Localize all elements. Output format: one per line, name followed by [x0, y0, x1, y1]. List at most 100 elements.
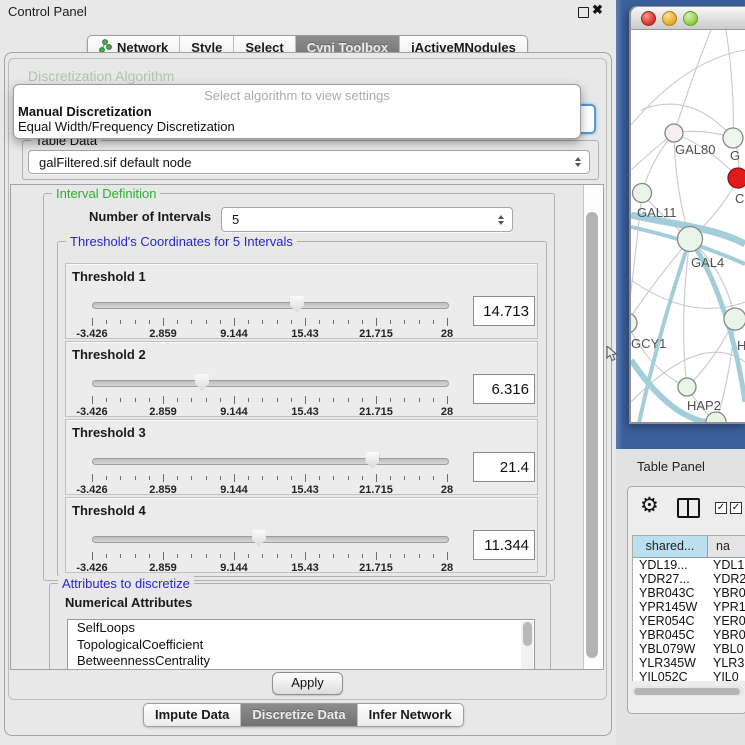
network-node[interactable] [631, 313, 637, 333]
table-row[interactable]: YIL052CYIL0 [633, 670, 745, 681]
threshold-slider[interactable]: -3.4262.8599.14415.4321.71528 [92, 528, 447, 572]
table-row[interactable]: YDL19...YDL1 [633, 558, 745, 572]
tick-mark [106, 320, 107, 324]
column-header-shared-name[interactable]: shared... [633, 536, 708, 557]
threshold-slider[interactable]: -3.4262.8599.14415.4321.71528 [92, 294, 447, 338]
apply-button[interactable]: Apply [272, 672, 343, 695]
cell-shared-name[interactable]: YBR043C [633, 586, 709, 600]
cell-shared-name[interactable]: YBL079W [633, 642, 709, 656]
tick-mark [333, 476, 334, 480]
threshold-value-field[interactable] [473, 530, 535, 560]
checkbox-icon[interactable]: ✓ [730, 502, 742, 514]
tick-mark [291, 554, 292, 558]
cell-shared-name[interactable]: YPR145W [633, 600, 709, 614]
threshold-slider[interactable]: -3.4262.8599.14415.4321.71528 [92, 372, 447, 416]
tick-mark [106, 398, 107, 402]
network-node[interactable] [633, 184, 652, 203]
cyni-bottom-tabs: Impute Data Discretize Data Infer Networ… [143, 703, 464, 727]
table-row[interactable]: YBL079WYBL0 [633, 642, 745, 656]
threshold-value-field[interactable] [473, 374, 535, 404]
network-node[interactable] [678, 378, 696, 396]
network-window-titlebar[interactable] [631, 7, 745, 30]
tick-label: 21.715 [351, 562, 401, 574]
slider-thumb[interactable] [365, 452, 379, 469]
slider-track[interactable] [92, 536, 449, 543]
tick-mark [248, 476, 249, 480]
zoom-window-icon[interactable] [683, 11, 698, 26]
column-header-name[interactable]: na [708, 536, 745, 557]
list-scrollbar[interactable] [521, 621, 533, 670]
slider-thumb[interactable] [252, 530, 266, 547]
threshold-label: Threshold 4 [72, 503, 146, 518]
network-canvas[interactable]: GAL80GCGAL11GAL4GCY1HHAP2 [631, 30, 745, 422]
slider-thumb[interactable] [290, 296, 304, 313]
network-node[interactable] [723, 128, 743, 148]
cell-name[interactable]: YLR3 [709, 656, 745, 670]
cell-shared-name[interactable]: YBR045C [633, 628, 709, 642]
cell-name[interactable]: YPR1 [709, 600, 745, 614]
table-panel-title: Table Panel [637, 459, 705, 474]
tick-mark [305, 318, 306, 326]
cell-name[interactable]: YBR0 [709, 628, 745, 642]
cell-shared-name[interactable]: YDL19... [633, 558, 709, 572]
cell-name[interactable]: YER0 [709, 614, 745, 628]
tab-impute-data[interactable]: Impute Data [144, 704, 240, 726]
table-row[interactable]: YER054CYER0 [633, 614, 745, 628]
numerical-attributes-list[interactable]: SelfLoopsTopologicalCoefficientBetweenne… [67, 619, 535, 670]
cell-name[interactable]: YBL0 [709, 642, 745, 656]
network-node[interactable] [728, 168, 745, 188]
gear-icon[interactable]: ⚙ [640, 493, 659, 518]
cell-shared-name[interactable]: YER054C [633, 614, 709, 628]
minimize-window-icon[interactable] [662, 11, 677, 26]
table-row[interactable]: YBR045CYBR0 [633, 628, 745, 642]
cell-shared-name[interactable]: YLR345W [633, 656, 709, 670]
tick-mark [419, 476, 420, 480]
tick-mark [348, 554, 349, 558]
scrollbar-thumb[interactable] [586, 212, 598, 658]
threshold-value-field[interactable] [473, 296, 535, 326]
number-of-intervals-combo[interactable]: 5 [221, 207, 513, 232]
attribute-list-item[interactable]: SelfLoops [68, 620, 534, 637]
network-node[interactable] [724, 308, 745, 330]
cell-name[interactable]: YDR2 [709, 572, 745, 586]
tab-discretize-data[interactable]: Discretize Data [240, 704, 356, 726]
horizontal-scrollbar-thumb[interactable] [634, 688, 740, 695]
table-row[interactable]: YDR27...YDR2 [633, 572, 745, 586]
slider-track[interactable] [92, 302, 449, 309]
table-row[interactable]: YLR345WYLR3 [633, 656, 745, 670]
tick-mark [433, 554, 434, 558]
threshold-panel-4: Threshold 4 -3.4262.8599.14415.4321.7152… [65, 497, 538, 573]
tick-mark [234, 396, 235, 404]
close-window-icon[interactable] [641, 11, 656, 26]
attribute-list-item[interactable]: BetweennessCentrality [68, 653, 534, 670]
dropdown-item-equal-width[interactable]: Equal Width/Frequency Discretization [18, 119, 235, 134]
threshold-panel-1: Threshold 1 -3.4262.8599.14415.4321.7152… [65, 263, 538, 339]
attribute-list-item[interactable]: TopologicalCoefficient [68, 637, 534, 654]
slider-thumb[interactable] [195, 374, 209, 391]
float-window-icon[interactable] [578, 7, 589, 18]
cell-name[interactable]: YDL1 [709, 558, 745, 572]
close-icon[interactable]: ✖ [592, 2, 603, 18]
table-row[interactable]: YPR145WYPR1 [633, 600, 745, 614]
cell-shared-name[interactable]: YIL052C [633, 670, 709, 681]
dropdown-item-manual[interactable]: Manual Discretization [18, 104, 152, 119]
slider-track[interactable] [92, 458, 449, 465]
network-node[interactable] [678, 227, 703, 252]
network-node[interactable] [706, 412, 726, 422]
threshold-slider[interactable]: -3.4262.8599.14415.4321.71528 [92, 450, 447, 494]
table-row[interactable]: YBR043CYBR0 [633, 586, 745, 600]
horizontal-scrollbar[interactable] [632, 686, 744, 696]
tick-mark [120, 554, 121, 558]
table-data-combo[interactable]: galFiltered.sif default node [28, 150, 590, 174]
tick-mark [92, 318, 93, 326]
cell-name[interactable]: YBR0 [709, 586, 745, 600]
checkbox-icon[interactable]: ✓ [715, 502, 727, 514]
network-node[interactable] [665, 124, 683, 142]
tick-mark [390, 476, 391, 480]
threshold-value-field[interactable] [473, 452, 535, 482]
cell-name[interactable]: YIL0 [709, 670, 745, 681]
tab-infer-network[interactable]: Infer Network [357, 704, 463, 726]
column-layout-icon[interactable] [677, 498, 700, 518]
cell-shared-name[interactable]: YDR27... [633, 572, 709, 586]
slider-track[interactable] [92, 380, 449, 387]
